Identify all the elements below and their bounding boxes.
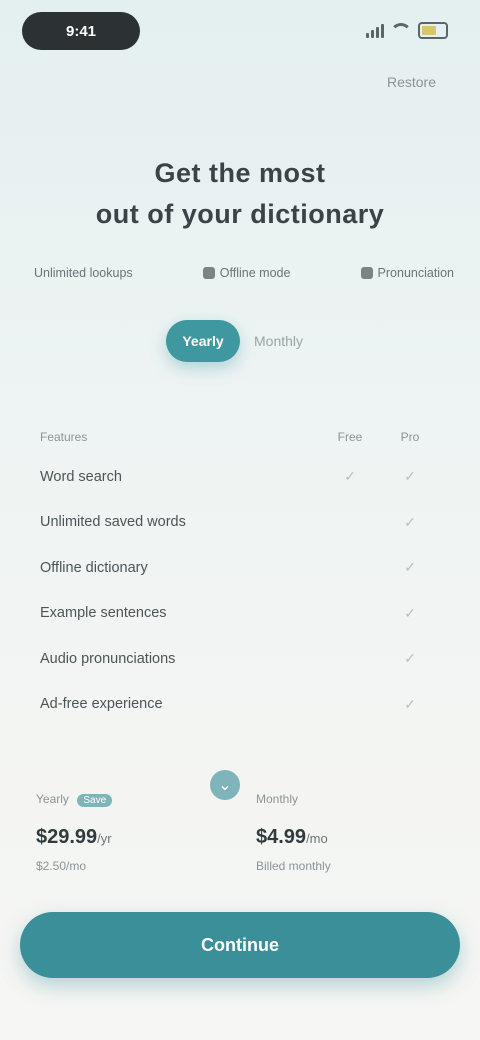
pro-check-icon: ✓: [404, 650, 416, 667]
feature-highlights: Unlimited lookups Offline mode Pronuncia…: [34, 266, 454, 280]
signal-icon: [366, 23, 384, 38]
billing-option-yearly[interactable]: Yearly: [166, 320, 240, 362]
offline-icon: [202, 267, 215, 279]
status-time: 9:41: [22, 12, 140, 50]
plan-period: /mo: [306, 831, 328, 846]
plan-price: $4.99: [256, 826, 307, 848]
header-free: Free: [337, 430, 363, 444]
plan-header: Yearly Save: [36, 790, 226, 808]
table-row: Example sentences ✓: [40, 591, 440, 637]
plan-name: Monthly: [256, 792, 299, 806]
feature-item: Pronunciation: [360, 266, 454, 280]
plan-name: Yearly: [36, 792, 69, 806]
billing-option-monthly[interactable]: Monthly: [254, 333, 303, 349]
plan-header: Monthly: [256, 790, 446, 808]
table-row: Ad-free experience ✓: [40, 682, 440, 728]
row-label: Unlimited saved words: [40, 514, 186, 531]
header-feature: Features: [40, 430, 88, 444]
status-icons: [366, 22, 448, 39]
row-label: Audio pronunciations: [40, 650, 176, 667]
pro-check-icon: ✓: [404, 604, 416, 621]
headline-line-1: Get the most: [154, 158, 326, 188]
plan-subtext: $2.50/mo: [36, 859, 87, 873]
row-label: Example sentences: [40, 605, 167, 622]
pro-check-icon: ✓: [404, 468, 416, 485]
header-pro: Pro: [400, 430, 420, 444]
battery-icon: [418, 22, 448, 39]
row-label: Offline dictionary: [40, 559, 148, 576]
table-row: Word search ✓ ✓: [40, 454, 440, 500]
pro-check-icon: ✓: [404, 695, 416, 712]
table-row: Offline dictionary ✓: [40, 545, 440, 591]
plan-card-monthly[interactable]: Monthly $4.99/mo Billed monthly: [256, 790, 446, 873]
plan-badge: Save: [77, 794, 113, 807]
continue-button[interactable]: Continue: [20, 912, 460, 978]
speaker-icon: [360, 267, 373, 279]
feature-label: Offline mode: [219, 266, 291, 280]
plan-card-yearly[interactable]: Yearly Save $29.99/yr $2.50/mo: [36, 790, 226, 873]
feature-label: Unlimited lookups: [34, 266, 133, 280]
paywall-headline: Get the most out of your dictionary: [0, 158, 480, 230]
plan-price-row: $4.99/mo: [256, 826, 446, 849]
status-bar: 9:41: [0, 0, 480, 64]
feature-item: Unlimited lookups: [34, 266, 133, 280]
free-check-icon: ✓: [344, 468, 356, 485]
plan-period: /yr: [97, 831, 112, 846]
pro-check-icon: ✓: [404, 513, 416, 530]
feature-label: Pronunciation: [377, 266, 454, 280]
pro-check-icon: ✓: [404, 559, 416, 576]
row-label: Ad-free experience: [40, 696, 163, 713]
wifi-icon: [390, 23, 412, 38]
comparison-table: Features Free Pro Word search ✓ ✓ Unlimi…: [40, 420, 440, 727]
plan-price-row: $29.99/yr: [36, 826, 226, 849]
comparison-header: Features Free Pro: [40, 420, 440, 454]
plan-options: Yearly Save $29.99/yr $2.50/mo Monthly $…: [36, 790, 446, 873]
table-row: Unlimited saved words ✓: [40, 500, 440, 546]
row-label: Word search: [40, 468, 122, 485]
restore-purchases-link[interactable]: Restore: [387, 74, 436, 90]
headline-line-2: out of your dictionary: [95, 199, 385, 229]
plan-subtext: Billed monthly: [256, 859, 331, 873]
plan-price: $29.99: [36, 826, 98, 848]
feature-item: Offline mode: [202, 266, 291, 280]
table-row: Audio pronunciations ✓: [40, 636, 440, 682]
billing-toggle: Yearly Monthly: [166, 320, 303, 362]
